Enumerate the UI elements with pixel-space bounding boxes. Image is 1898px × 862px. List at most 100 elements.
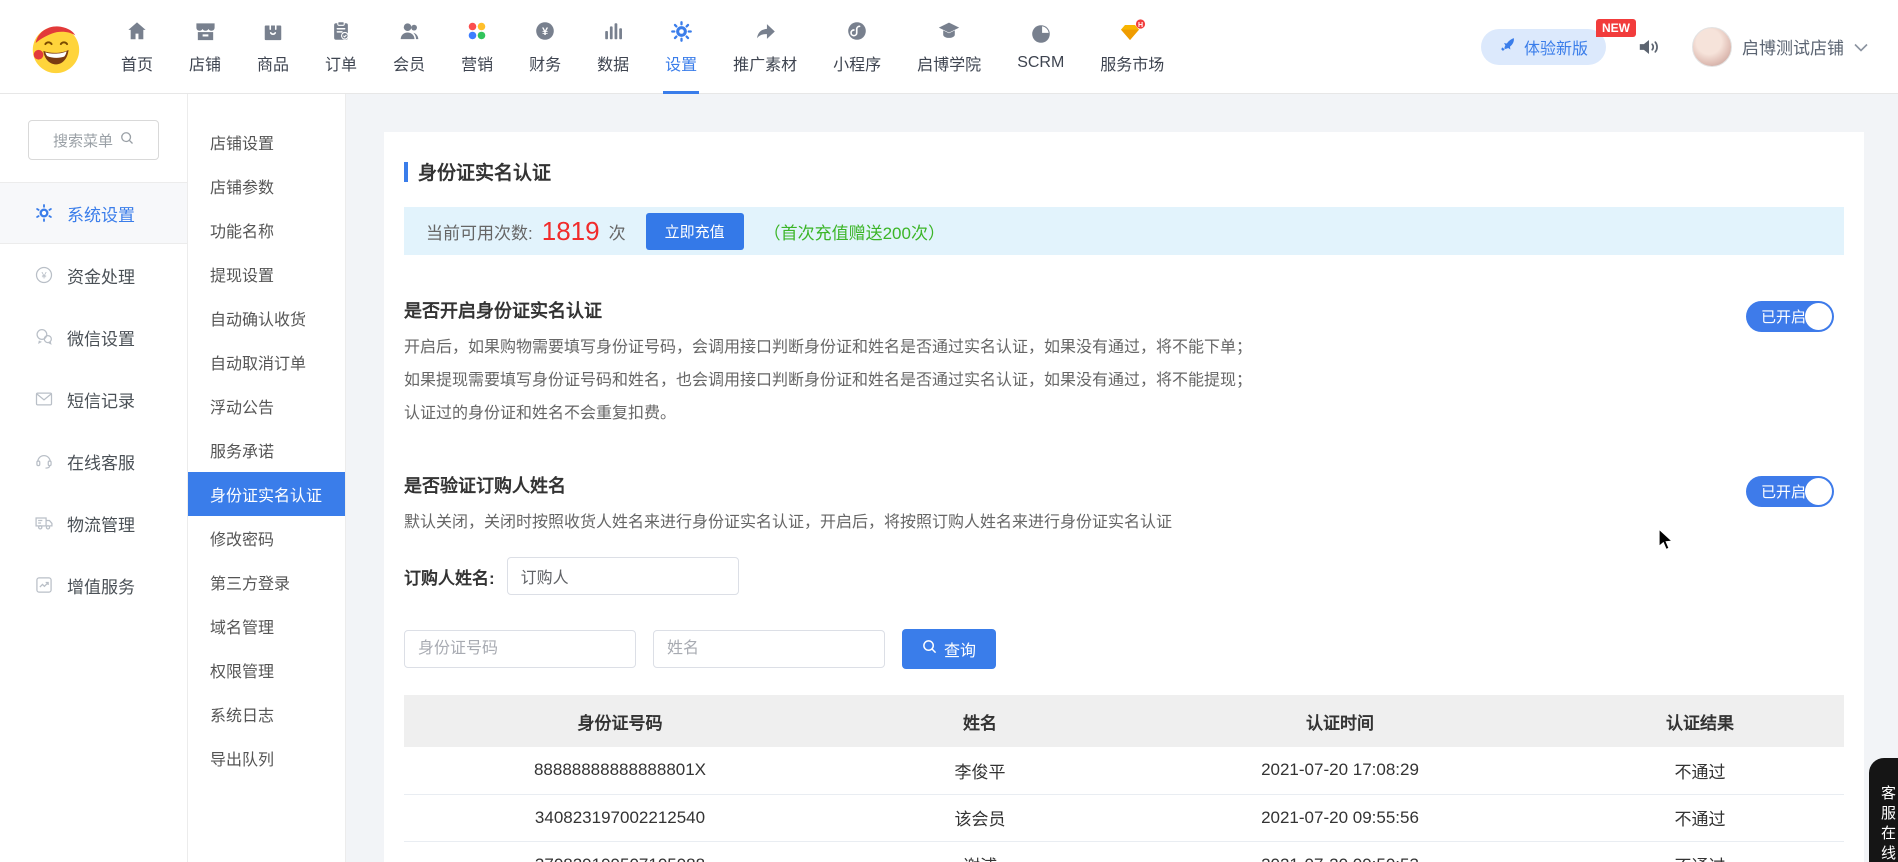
toggle-knob [1805, 478, 1832, 505]
share-arrow-icon [754, 18, 777, 44]
submenu-item[interactable]: 功能名称 [188, 208, 345, 252]
sidebar-item-label: 增值服务 [67, 573, 135, 598]
nav-label: 店铺 [189, 51, 221, 75]
new-badge: NEW [1596, 19, 1636, 37]
menu-search-input[interactable]: 搜索菜单 [28, 120, 159, 160]
sidebar-item-label: 短信记录 [67, 387, 135, 412]
nav-label: 启博学院 [917, 51, 981, 75]
nav-item-academy[interactable]: 启博学院 [914, 0, 984, 94]
nav-item-orders[interactable]: 订单 [322, 0, 360, 94]
sidebar-item-label: 物流管理 [67, 511, 135, 536]
submenu-item[interactable]: 店铺设置 [188, 120, 345, 164]
chevron-down-icon [1854, 37, 1868, 57]
section-enable-verification: 是否开启身份证实名认证 开启后，如果购物需要填写身份证号码，会调用接口判断身份证… [404, 297, 1844, 430]
nav-item-settings[interactable]: 设置 [662, 0, 700, 94]
store-menu[interactable]: 启博测试店铺 [1692, 27, 1868, 67]
bonus-note: （首次充值赠送200次） [764, 219, 945, 244]
customer-service-badge[interactable]: 客服在线 [1869, 758, 1898, 862]
home-icon [126, 18, 148, 44]
submenu-item[interactable]: 域名管理 [188, 604, 345, 648]
try-new-version-button[interactable]: 体验新版 NEW [1481, 29, 1606, 65]
nav-label: 会员 [393, 51, 425, 75]
clipboard-icon [330, 18, 352, 44]
cell-result: 不通过 [1556, 841, 1844, 862]
nav-item-goods[interactable]: 商品 [254, 0, 292, 94]
nav-item-home[interactable]: 首页 [118, 0, 156, 94]
speaker-icon[interactable] [1636, 34, 1662, 60]
enable-verification-toggle[interactable]: 已开启 [1746, 301, 1834, 332]
envelope-icon [34, 389, 54, 409]
submenu-item[interactable]: 店铺参数 [188, 164, 345, 208]
cell-name: 该会员 [836, 794, 1124, 841]
nav-item-members[interactable]: 会员 [390, 0, 428, 94]
cell-result: 不通过 [1556, 794, 1844, 841]
submenu-item[interactable]: 自动确认收货 [188, 296, 345, 340]
search-button[interactable]: 查询 [902, 629, 996, 669]
col-name: 姓名 [836, 695, 1124, 747]
yen-circle-icon: ¥ [34, 265, 54, 285]
credit-unit: 次 [609, 219, 626, 244]
bar-chart-icon [602, 18, 624, 44]
sidebar-item-sms[interactable]: 短信记录 [0, 368, 187, 430]
svg-text:¥: ¥ [542, 26, 549, 38]
sidebar-item-funds[interactable]: ¥ 资金处理 [0, 244, 187, 306]
nav-item-marketing[interactable]: 营销 [458, 0, 496, 94]
submenu-item[interactable]: 导出队列 [188, 736, 345, 780]
sidebar-item-wechat[interactable]: 微信设置 [0, 306, 187, 368]
submenu-item[interactable]: 权限管理 [188, 648, 345, 692]
desc-line: 开启后，如果购物需要填写身份证号码，会调用接口判断身份证和姓名是否通过实名认证，… [404, 331, 1634, 364]
col-id-number: 身份证号码 [404, 695, 836, 747]
verify-buyer-name-toggle[interactable]: 已开启 [1746, 476, 1834, 507]
nav-item-finance[interactable]: ¥ 财务 [526, 0, 564, 94]
chart-box-icon [34, 575, 54, 595]
recharge-button[interactable]: 立即充值 [646, 213, 744, 250]
nav-item-market[interactable]: H 服务市场 [1097, 0, 1167, 94]
cell-time: 2021-07-20 09:55:56 [1124, 794, 1556, 841]
sidebar-search-wrap: 搜索菜单 [0, 94, 187, 182]
search-icon [922, 639, 937, 659]
submenu-item[interactable]: 提现设置 [188, 252, 345, 296]
nav-label: 小程序 [833, 51, 881, 75]
table-header-row: 身份证号码 姓名 认证时间 认证结果 [404, 695, 1844, 747]
submenu-item[interactable]: 服务承诺 [188, 428, 345, 472]
section-title: 是否验证订购人姓名 [404, 472, 1634, 498]
buyer-name-input[interactable] [507, 557, 739, 595]
search-button-label: 查询 [944, 637, 976, 661]
header-right: 体验新版 NEW 启博测试店铺 [1481, 27, 1868, 67]
submenu-item[interactable]: 第三方登录 [188, 560, 345, 604]
top-header: 首页 店铺 商品 订单 会员 营销 ¥ 财务 数据 [0, 0, 1898, 94]
headset-icon [34, 451, 54, 471]
submenu-item[interactable]: 浮动公告 [188, 384, 345, 428]
nav-item-data[interactable]: 数据 [594, 0, 632, 94]
submenu-item-id-verification[interactable]: 身份证实名认证 [188, 472, 345, 516]
table-row: 370829199507105988 谢浦 2021-07-20 09:50:5… [404, 841, 1844, 862]
sidebar-item-system-settings[interactable]: 系统设置 [0, 182, 187, 244]
submenu-item[interactable]: 自动取消订单 [188, 340, 345, 384]
search-placeholder: 搜索菜单 [53, 130, 113, 151]
yen-coin-icon: ¥ [534, 18, 556, 44]
nav-label: 推广素材 [733, 51, 797, 75]
members-icon [398, 18, 421, 44]
section-verify-buyer-name: 是否验证订购人姓名 默认关闭，关闭时按照收货人姓名来进行身份证实名认证，开启后，… [404, 472, 1844, 595]
sidebar-item-online-service[interactable]: 在线客服 [0, 430, 187, 492]
nav-item-shop[interactable]: 店铺 [186, 0, 224, 94]
pie-chart-icon [1030, 21, 1052, 47]
filter-row: 查询 [404, 629, 1844, 669]
try-new-label: 体验新版 [1524, 35, 1588, 59]
id-number-filter-input[interactable] [404, 630, 636, 668]
app-logo-icon[interactable] [26, 18, 84, 76]
nav-item-promo[interactable]: 推广素材 [730, 0, 800, 94]
main-nav: 首页 店铺 商品 订单 会员 营销 ¥ 财务 数据 [118, 0, 1167, 94]
col-result: 认证结果 [1556, 695, 1844, 747]
submenu-item[interactable]: 系统日志 [188, 692, 345, 736]
nav-item-scrm[interactable]: SCRM [1014, 0, 1067, 94]
sidebar-item-value-added[interactable]: 增值服务 [0, 554, 187, 616]
sidebar-item-label: 微信设置 [67, 325, 135, 350]
nav-item-miniprogram[interactable]: 小程序 [830, 0, 884, 94]
name-filter-input[interactable] [653, 630, 885, 668]
sidebar-item-label: 在线客服 [67, 449, 135, 474]
submenu-item[interactable]: 修改密码 [188, 516, 345, 560]
page-title-row: 身份证实名认证 [404, 158, 1844, 185]
sidebar-item-logistics[interactable]: 物流管理 [0, 492, 187, 554]
credit-label: 当前可用次数: [426, 219, 533, 244]
